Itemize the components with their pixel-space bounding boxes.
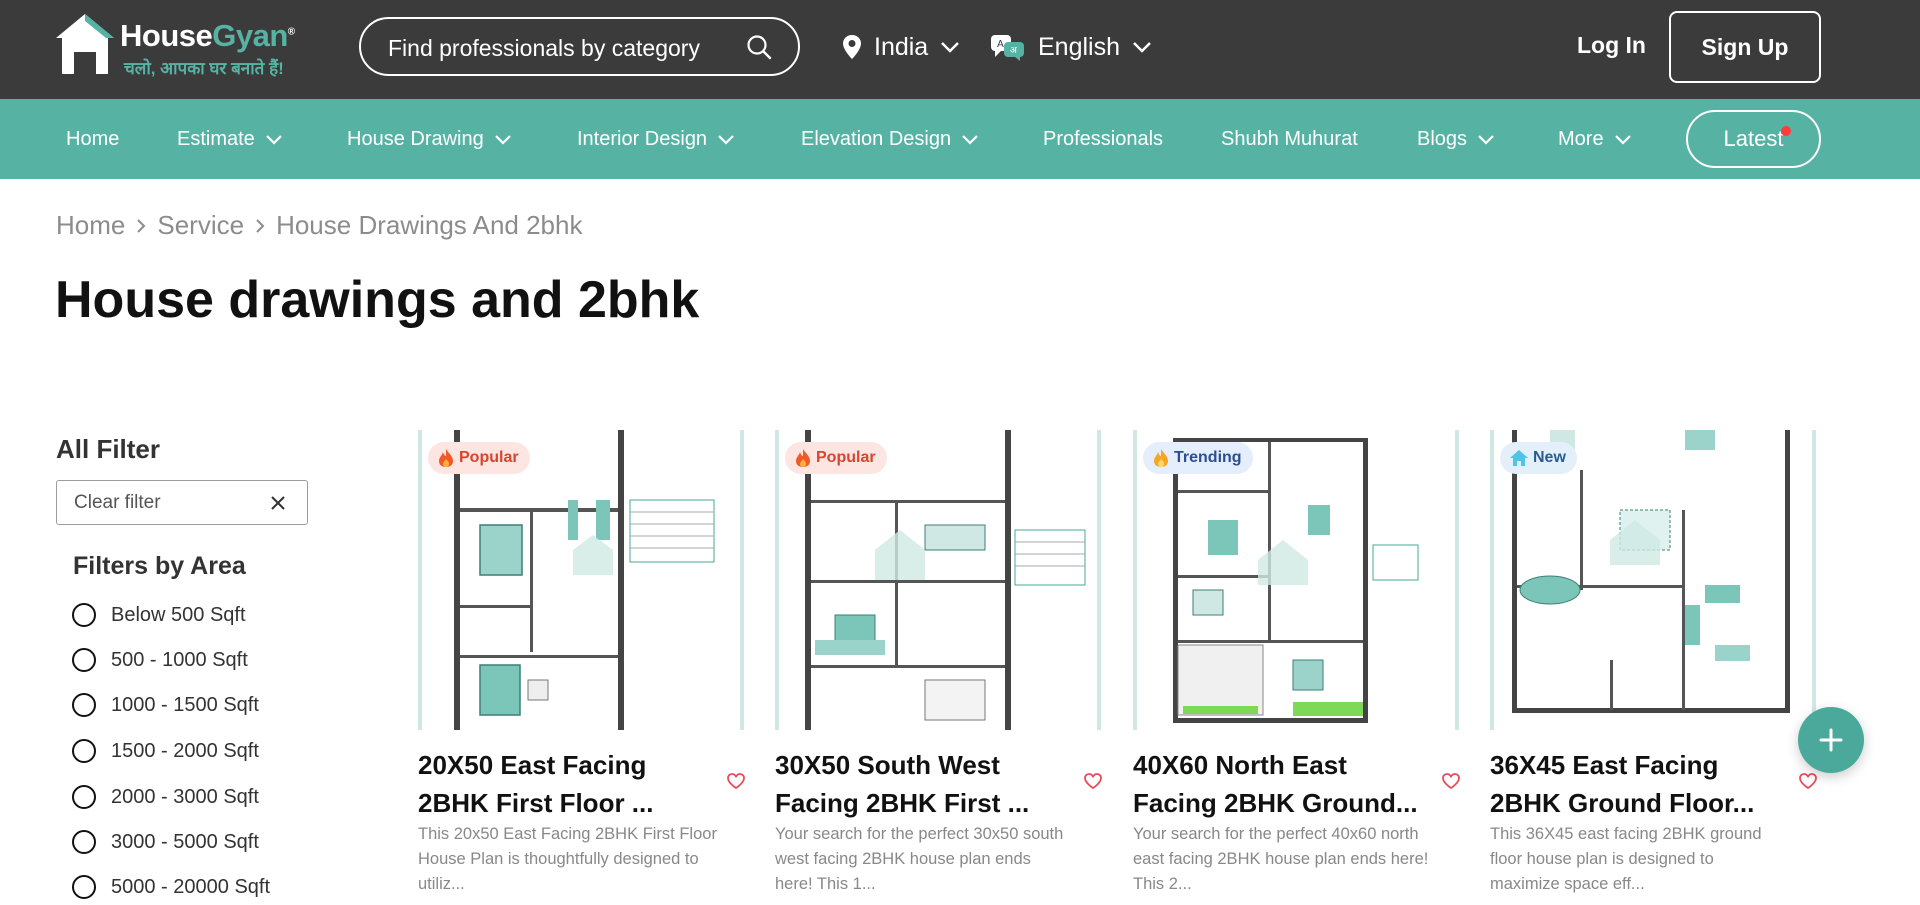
housegyan-logo[interactable]: HouseGyan® चलो, आपका घर बनाते हैं! [54,12,314,80]
chevron-down-icon [494,134,511,145]
location-label: India [874,32,929,61]
floor-plan-image[interactable]: New [1490,430,1818,730]
home-icon [1510,450,1528,466]
area-option[interactable]: 5000 - 20000 Sqft [72,874,270,900]
area-option[interactable]: 2000 - 3000 Sqft [72,784,259,810]
breadcrumb-home[interactable]: Home [56,210,125,241]
search-input[interactable]: Find professionals by category [359,17,800,76]
nav-professionals[interactable]: Professionals [1043,99,1163,179]
brand-tagline: चलो, आपका घर बनाते हैं! [124,59,284,78]
add-fab-button[interactable] [1798,707,1864,773]
location-pin-icon [843,35,861,59]
chevron-down-icon [962,134,978,145]
radio-button[interactable] [72,648,96,672]
card-description: Your search for the perfect 40x60 north e… [1133,825,1429,893]
clear-filter-label: Clear filter [74,492,161,513]
latest-button[interactable]: Latest [1686,110,1821,168]
area-option[interactable]: 1500 - 2000 Sqft [72,738,259,764]
card-description: This 20x50 East Facing 2BHK First Floor H… [418,825,717,893]
search-icon[interactable] [746,34,772,60]
location-selector[interactable]: India [842,30,960,64]
page-title: House drawings and 2bhk [55,271,700,329]
card-description: Your search for the perfect 30x50 south w… [775,825,1064,893]
heart-icon[interactable] [1083,772,1103,790]
radio-button[interactable] [72,875,96,899]
chevron-down-icon [941,42,960,53]
card-title[interactable]: 20X50 East Facing 2BHK First Floor ... [418,746,718,822]
card-title[interactable]: 40X60 North East Facing 2BHK Ground... [1133,746,1433,822]
floor-plan-image[interactable]: Trending [1133,430,1461,730]
area-filter-heading: Filters by Area [73,552,246,580]
fire-icon [439,449,453,467]
search-placeholder: Find professionals by category [388,35,700,61]
close-icon [271,496,285,510]
signup-button[interactable]: Sign Up [1669,11,1821,83]
breadcrumb: Home Service House Drawings And 2bhk [56,210,582,241]
language-label: English [1038,32,1120,61]
radio-button[interactable] [72,603,96,627]
radio-button[interactable] [72,830,96,854]
chevron-down-icon [1614,134,1631,145]
plan-card[interactable]: Trending 40X60 North East Facing 2BHK Gro… [1133,430,1461,905]
nav-shubh-muhurat[interactable]: Shubh Muhurat [1221,99,1358,179]
card-title[interactable]: 36X45 East Facing 2BHK Ground Floor... [1490,746,1790,822]
filter-heading: All Filter [56,434,161,464]
plus-icon [1819,728,1843,752]
brand-name: HouseGyan® [120,18,295,53]
nav-estimate[interactable]: Estimate [177,99,283,179]
login-button[interactable]: Log In [1577,32,1646,59]
nav-interior-design[interactable]: Interior Design [577,99,735,179]
breadcrumb-service[interactable]: Service [157,210,244,241]
nav-house-drawing[interactable]: House Drawing [347,99,512,179]
plan-card[interactable]: Popular 30X50 South West Facing 2BHK Firs… [775,430,1103,905]
nav-blogs[interactable]: Blogs [1417,99,1495,179]
area-option[interactable]: Below 500 Sqft [72,602,246,628]
area-option[interactable]: 3000 - 5000 Sqft [72,829,259,855]
floor-plan-image[interactable]: Popular [775,430,1103,730]
language-selector[interactable]: A अ English [990,30,1152,64]
nav-more[interactable]: More [1558,99,1632,179]
fire-icon [796,449,810,467]
chevron-right-icon [137,218,146,233]
plan-card[interactable]: Popular 20X50 East Facing 2BHK First Floo… [418,430,746,905]
area-option[interactable]: 1000 - 1500 Sqft [72,692,259,718]
card-description: This 36X45 east facing 2BHK ground floor … [1490,825,1762,893]
fire-icon [1154,449,1168,467]
popular-badge: Popular [785,442,887,474]
house-logo-icon [56,14,114,74]
floor-plan-image[interactable]: Popular [418,430,746,730]
plan-card[interactable]: New 36X45 East Facing 2BHK Ground Floor..… [1490,430,1818,905]
breadcrumb-current: House Drawings And 2bhk [276,210,583,240]
clear-filter-button[interactable]: Clear filter [56,480,308,525]
top-header: HouseGyan® चलो, आपका घर बनाते हैं! Find … [0,0,1920,99]
chevron-down-icon [266,134,282,145]
popular-badge: Popular [428,442,530,474]
nav-elevation-design[interactable]: Elevation Design [801,99,979,179]
main-nav: Home Estimate House Drawing Interior Des… [0,99,1920,179]
nav-home[interactable]: Home [66,99,119,179]
chevron-down-icon [718,134,734,145]
trending-badge: Trending [1143,442,1253,474]
svg-text:अ: अ [1010,46,1018,56]
translate-icon: A अ [991,35,1024,61]
chevron-down-icon [1133,42,1151,53]
chevron-down-icon [1478,134,1494,145]
area-option[interactable]: 500 - 1000 Sqft [72,647,248,673]
heart-icon[interactable] [1798,772,1818,790]
card-title[interactable]: 30X50 South West Facing 2BHK First ... [775,746,1075,822]
svg-text:A: A [997,39,1004,50]
new-badge: New [1500,442,1577,474]
radio-button[interactable] [72,739,96,763]
heart-icon[interactable] [726,772,746,790]
radio-button[interactable] [72,693,96,717]
radio-button[interactable] [72,785,96,809]
heart-icon[interactable] [1441,772,1461,790]
notification-dot [1781,126,1791,136]
chevron-right-icon [256,218,265,233]
